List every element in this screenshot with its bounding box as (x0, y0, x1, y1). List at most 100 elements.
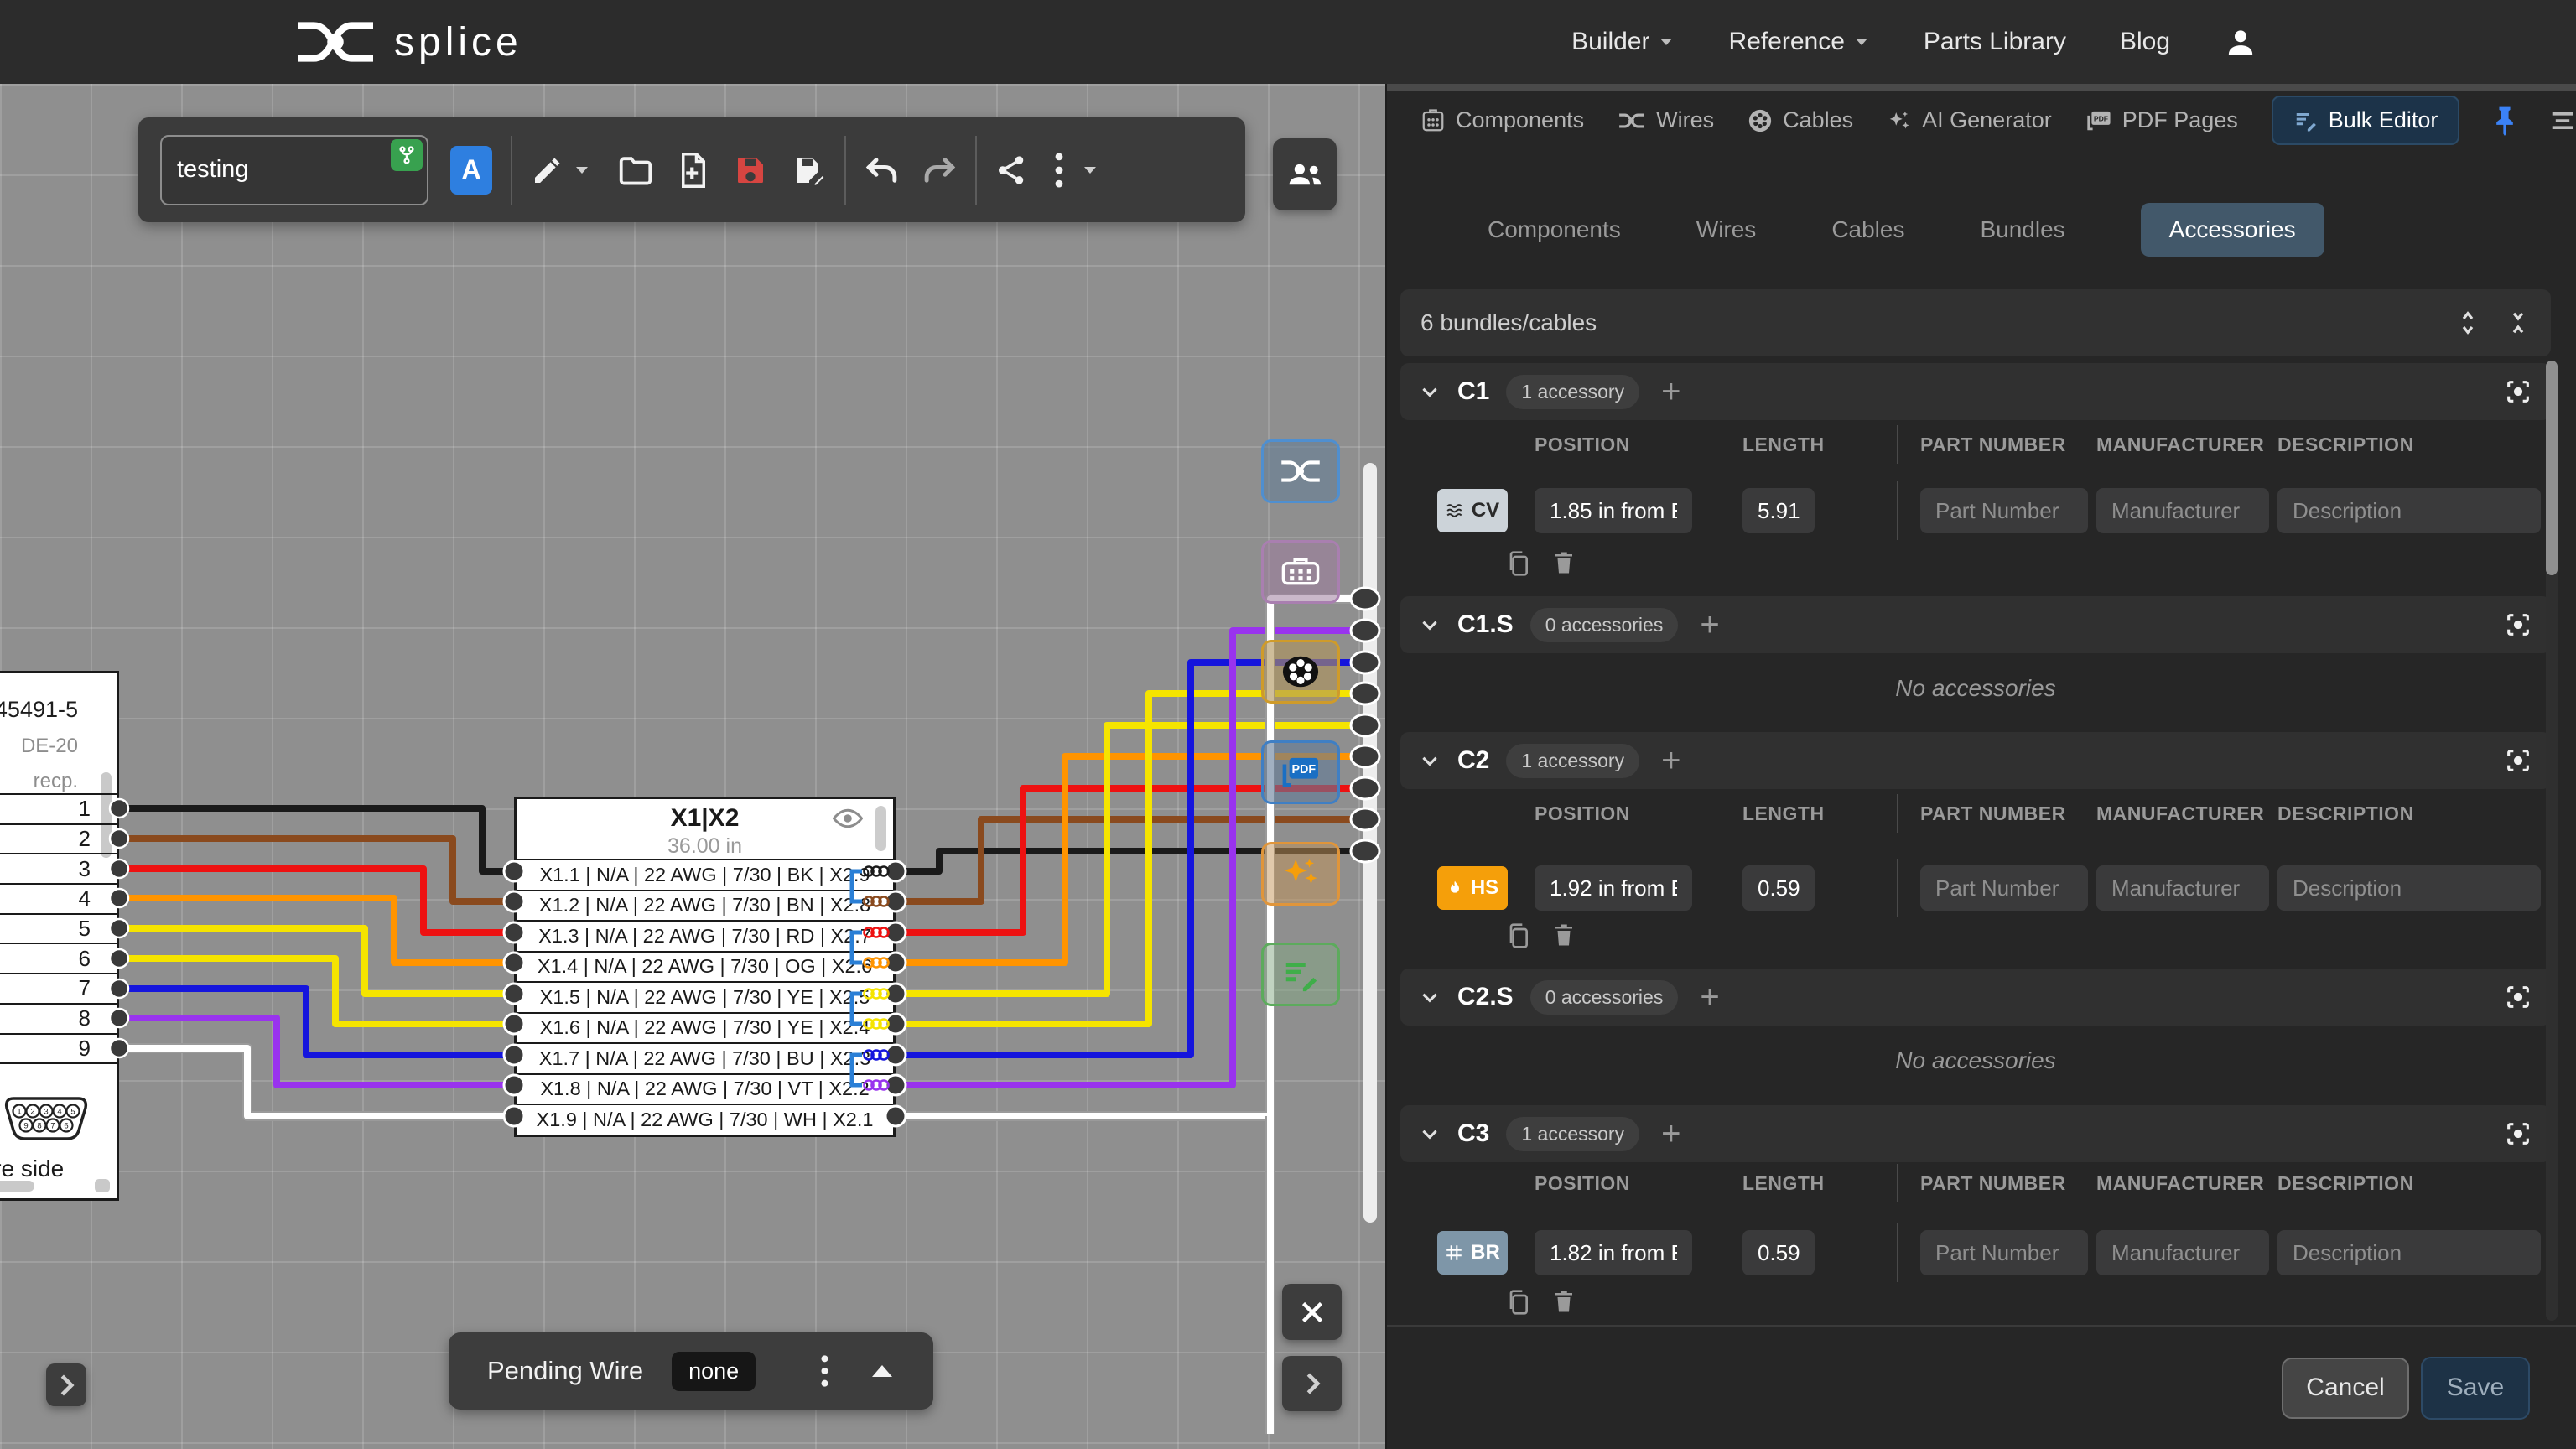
redo-button[interactable] (922, 155, 957, 185)
undo-button[interactable] (865, 155, 900, 185)
connector-hscrollbar[interactable] (0, 1181, 34, 1192)
duplicate-icon[interactable] (1506, 922, 1530, 949)
drop-target-cables[interactable] (1261, 640, 1340, 704)
close-overlay-button[interactable] (1282, 1284, 1342, 1340)
save-as-button[interactable] (792, 153, 826, 187)
subtab-wires[interactable]: Wires (1696, 216, 1757, 243)
section-header-c2s[interactable]: C2.S 0 accessories + (1400, 969, 2551, 1026)
project-name-input[interactable] (160, 134, 428, 205)
subtab-bundles[interactable]: Bundles (1980, 216, 2064, 243)
wire-row[interactable]: X1.1 | N/A | 22 AWG | 7/30 | BK | X2.9 (517, 859, 893, 890)
cancel-button[interactable]: Cancel (2282, 1357, 2409, 1419)
save-button[interactable] (734, 153, 767, 187)
length-input[interactable] (1742, 488, 1815, 533)
expand-all-icon[interactable] (2455, 310, 2480, 335)
pin-row[interactable]: 9 (0, 1032, 119, 1063)
subtab-components[interactable]: Components (1488, 216, 1621, 243)
position-input[interactable] (1535, 1230, 1692, 1275)
part-number-input[interactable] (1920, 1230, 2088, 1275)
focus-on-canvas-button[interactable] (2504, 983, 2532, 1011)
collaborators-button[interactable] (1273, 138, 1337, 210)
pin-icon[interactable] (2493, 106, 2516, 136)
focus-on-canvas-button[interactable] (2504, 377, 2532, 406)
position-input[interactable] (1535, 488, 1692, 533)
duplicate-icon[interactable] (1506, 550, 1530, 577)
length-input[interactable] (1742, 865, 1815, 911)
pin-row[interactable]: 4 (0, 883, 119, 913)
subtab-cables[interactable]: Cables (1831, 216, 1904, 243)
expand-right-button[interactable] (1282, 1356, 1342, 1411)
drop-target-components[interactable] (1261, 540, 1340, 604)
expand-left-panel-button[interactable] (46, 1363, 86, 1406)
section-header-c1s[interactable]: C1.S 0 accessories + (1400, 596, 2551, 653)
description-input[interactable] (2277, 865, 2541, 911)
annotation-tool-button[interactable]: A (450, 145, 492, 195)
wire-row[interactable]: X1.5 | N/A | 22 AWG | 7/30 | YE | X2.5 (517, 981, 893, 1012)
section-header-c2[interactable]: C2 1 accessory + (1400, 732, 2551, 789)
panel-scrollbar-thumb[interactable] (2546, 361, 2558, 575)
delete-icon[interactable] (1553, 1289, 1575, 1314)
pin-row[interactable]: 5 (0, 912, 119, 943)
eye-icon[interactable] (833, 808, 863, 829)
chevron-down-icon[interactable] (1419, 986, 1441, 1008)
length-input[interactable] (1742, 1230, 1815, 1275)
nav-parts-library[interactable]: Parts Library (1924, 28, 2066, 56)
position-input[interactable] (1535, 865, 1692, 911)
delete-icon[interactable] (1553, 922, 1575, 948)
wire-table-scrollbar[interactable] (875, 806, 886, 851)
new-file-button[interactable] (678, 152, 709, 188)
wire-row[interactable]: X1.6 | N/A | 22 AWG | 7/30 | YE | X2.4 (517, 1011, 893, 1043)
tab-pdf-pages[interactable]: PDF PDF Pages (2085, 107, 2238, 133)
save-button[interactable]: Save (2421, 1356, 2530, 1420)
chevron-down-icon[interactable] (1419, 381, 1441, 402)
more-options-button[interactable] (1054, 152, 1098, 189)
pin-row[interactable]: 2 (0, 823, 119, 854)
connector-x-block[interactable]: 745491-5 DE-20 recp. 1 2 3 4 5 6 7 8 9 (0, 671, 119, 1201)
subtab-accessories[interactable]: Accessories (2140, 203, 2324, 257)
pin-row[interactable]: 6 (0, 943, 119, 973)
manufacturer-input[interactable] (2096, 488, 2269, 533)
description-input[interactable] (2277, 488, 2541, 533)
collapse-up-icon[interactable] (870, 1363, 895, 1379)
branch-status-badge[interactable] (391, 138, 423, 171)
tab-cables[interactable]: Cables (1748, 107, 1853, 133)
pending-wire-value[interactable]: none (672, 1351, 756, 1391)
wire-row[interactable]: X1.4 | N/A | 22 AWG | 7/30 | OG | X2.6 (517, 950, 893, 982)
pin-row[interactable]: 7 (0, 973, 119, 1003)
chevron-down-icon[interactable] (1419, 750, 1441, 771)
nav-blog[interactable]: Blog (2120, 28, 2170, 56)
pin-row[interactable]: 3 (0, 853, 119, 883)
drop-target-ai-generator[interactable] (1261, 842, 1340, 906)
description-input[interactable] (2277, 1230, 2541, 1275)
tab-wires[interactable]: Wires (1618, 107, 1714, 133)
menu-icon[interactable] (2550, 111, 2575, 131)
user-account-button[interactable] (2224, 25, 2257, 59)
delete-icon[interactable] (1553, 550, 1575, 575)
manufacturer-input[interactable] (2096, 1230, 2269, 1275)
focus-on-canvas-button[interactable] (2504, 746, 2532, 775)
part-number-input[interactable] (1920, 488, 2088, 533)
wire-row[interactable]: X1.2 | N/A | 22 AWG | 7/30 | BN | X2.8 (517, 889, 893, 921)
tab-ai-generator[interactable]: AI Generator (1887, 107, 2052, 133)
wire-row[interactable]: X1.8 | N/A | 22 AWG | 7/30 | VT | X2.2 (517, 1072, 893, 1104)
wire-table-x1-x2[interactable]: X1|X2 36.00 in X1.1 | N/A | 22 AWG | 7/3… (514, 797, 896, 1137)
wire-row[interactable]: X1.9 | N/A | 22 AWG | 7/30 | WH | X2.1 (517, 1104, 893, 1135)
panel-resize-handle[interactable] (1387, 84, 2576, 91)
nav-builder[interactable]: Builder (1571, 28, 1675, 56)
focus-on-canvas-button[interactable] (2504, 1119, 2532, 1148)
drop-target-bulk-editor[interactable] (1261, 943, 1340, 1006)
drop-target-wires[interactable] (1261, 439, 1340, 503)
manufacturer-input[interactable] (2096, 865, 2269, 911)
drop-target-pdf-pages[interactable]: PDF (1261, 740, 1340, 804)
collapse-all-icon[interactable] (2506, 310, 2531, 335)
chevron-down-icon[interactable] (1419, 1123, 1441, 1145)
tab-bulk-editor[interactable]: Bulk Editor (2271, 96, 2460, 145)
splice-logo[interactable]: splice (295, 19, 522, 65)
section-header-c1[interactable]: C1 1 accessory + (1400, 363, 2551, 420)
share-button[interactable] (995, 153, 1027, 188)
duplicate-icon[interactable] (1506, 1289, 1530, 1316)
wire-row[interactable]: X1.7 | N/A | 22 AWG | 7/30 | BU | X2.3 (517, 1042, 893, 1073)
kebab-menu-icon[interactable] (820, 1354, 829, 1388)
design-canvas[interactable]: 745491-5 DE-20 recp. 1 2 3 4 5 6 7 8 9 (0, 84, 1385, 1449)
open-project-button[interactable] (618, 154, 653, 186)
